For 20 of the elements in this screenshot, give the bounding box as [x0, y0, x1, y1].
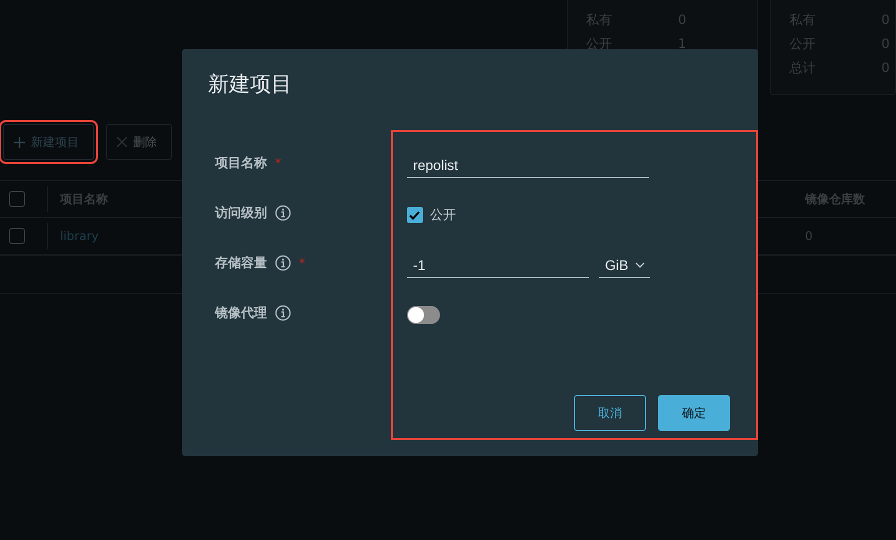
confirm-button[interactable]: 确定: [658, 395, 730, 431]
required-mark: *: [275, 156, 281, 170]
field-label: 存储容量: [215, 254, 267, 272]
checkbox-label: 公开: [430, 207, 456, 224]
chevron-down-icon: [635, 262, 646, 268]
number-field[interactable]: -1: [406, 252, 589, 278]
row-checkbox[interactable]: [9, 191, 25, 207]
required-mark: *: [299, 256, 305, 270]
plus-icon: [14, 136, 25, 148]
cancel-button[interactable]: 取消: [574, 395, 646, 431]
close-icon: [117, 137, 127, 147]
dialog-title: 新建项目: [207, 71, 293, 98]
text-field[interactable]: repolist: [406, 152, 649, 178]
row-checkbox[interactable]: [9, 228, 25, 244]
unit-select[interactable]: GiB: [598, 252, 650, 278]
field-label: 访问级别: [215, 204, 267, 222]
checkbox[interactable]: [406, 207, 423, 223]
field-label: 镜像代理: [215, 305, 267, 322]
toggle-switch[interactable]: [406, 306, 440, 324]
field-label: 项目名称: [215, 155, 267, 172]
